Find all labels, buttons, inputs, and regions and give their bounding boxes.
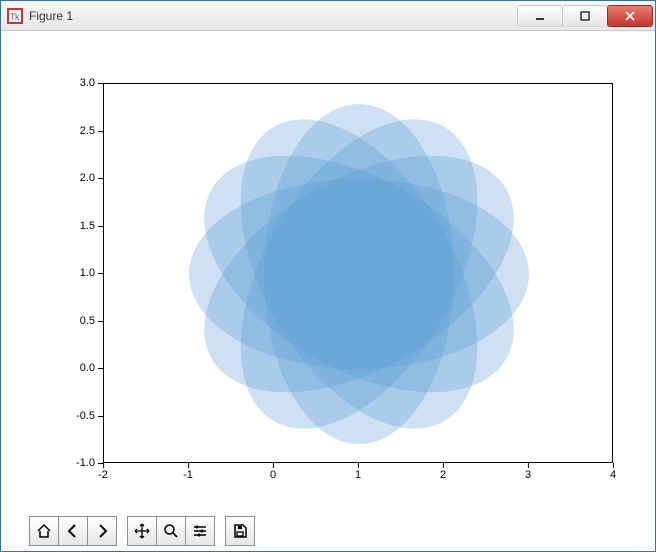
svg-text:k: k (15, 12, 20, 22)
minimize-button[interactable] (517, 5, 563, 27)
titlebar: Tk Figure 1 (1, 1, 655, 31)
window-buttons (518, 5, 653, 27)
maximize-button[interactable] (562, 5, 608, 27)
ytick-label: -0.5 (21, 410, 103, 422)
ytick-label: 3.0 (21, 77, 103, 89)
xtick-label: 4 (610, 463, 616, 481)
ytick-label: 0.0 (21, 362, 103, 374)
ytick-label: 2.0 (21, 172, 103, 184)
back-button[interactable] (58, 516, 88, 546)
ytick-label: 0.5 (21, 315, 103, 327)
save-button[interactable] (225, 516, 255, 546)
toolbar (21, 511, 635, 551)
xtick-label: -1 (183, 463, 193, 481)
figure-window: Tk Figure 1 -1.0 -0.5 0.0 0.5 1.0 1.5 2.0 2.5 3.… (0, 0, 656, 552)
zoom-button[interactable] (156, 516, 186, 546)
plot-svg (104, 84, 614, 464)
xtick-label: 3 (525, 463, 531, 481)
axes-frame (103, 83, 613, 463)
ytick-label: 1.0 (21, 267, 103, 279)
xtick-label: 1 (355, 463, 361, 481)
tk-icon: Tk (7, 8, 23, 24)
xtick-label: 2 (440, 463, 446, 481)
close-button[interactable] (607, 5, 653, 27)
xtick-label: 0 (270, 463, 276, 481)
ytick-label: -1.0 (21, 457, 103, 469)
xtick-label: -2 (98, 463, 108, 481)
ytick-label: 1.5 (21, 220, 103, 232)
figure-content: -1.0 -0.5 0.0 0.5 1.0 1.5 2.0 2.5 3.0 -2 -1 0 1 2 3 4 (1, 31, 655, 551)
subplots-button[interactable] (185, 516, 215, 546)
forward-button[interactable] (87, 516, 117, 546)
window-title: Figure 1 (29, 9, 518, 23)
pan-button[interactable] (127, 516, 157, 546)
plot-area[interactable]: -1.0 -0.5 0.0 0.5 1.0 1.5 2.0 2.5 3.0 -2 -1 0 1 2 3 4 (21, 51, 635, 511)
ytick-label: 2.5 (21, 125, 103, 137)
home-button[interactable] (29, 516, 59, 546)
